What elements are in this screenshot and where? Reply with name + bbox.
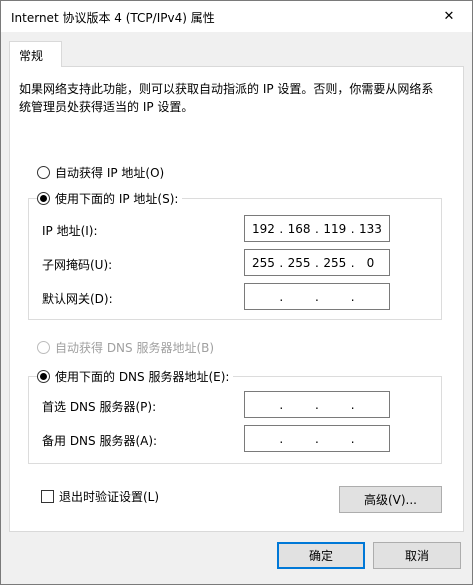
preferred-dns-input[interactable]: . . . [244,391,390,418]
radio-auto-dns-indicator[interactable] [37,341,50,354]
subnet-mask-label: 子网掩码(U): [42,258,113,272]
ip-octet-4: 133 [359,221,382,236]
pdns-dot: . [279,397,284,412]
validate-on-exit-label: 退出时验证设置(L) [59,490,160,504]
mask-dot: . [350,255,355,270]
radio-auto-dns-label: 自动获得 DNS 服务器地址(B) [55,341,215,355]
window-title: Internet 协议版本 4 (TCP/IPv4) 属性 [11,11,215,25]
ip-address-label: IP 地址(I): [42,224,98,238]
ok-button-label: 确定 [308,549,333,563]
description-text: 如果网络支持此功能，则可以获取自动指派的 IP 设置。否则，你需要从网络系统管理… [19,82,434,114]
ip-octet-1: 192 [251,221,275,236]
ip-dot: . [279,221,284,236]
tab-general[interactable]: 常规 [9,41,62,67]
gw-dot: . [315,289,319,304]
ip-octet-2: 168 [287,221,311,236]
mask-octet-3: 255 [323,255,347,270]
ok-button[interactable]: 确定 [277,542,365,569]
radio-auto-ip-indicator[interactable] [37,166,50,179]
mask-dot: . [315,255,319,270]
validate-on-exit-row[interactable]: 退出时验证设置(L) [41,488,159,505]
adns-dot: . [279,431,284,446]
cancel-button-label: 取消 [404,549,429,563]
close-button[interactable]: ✕ [426,1,472,32]
radio-auto-dns[interactable]: 自动获得 DNS 服务器地址(B) [37,339,219,356]
radio-manual-dns[interactable]: 使用下面的 DNS 服务器地址(E): [37,368,234,385]
adns-dot: . [315,431,319,446]
alternate-dns-input[interactable]: . . . [244,425,390,452]
tab-general-label: 常规 [19,49,44,63]
mask-octet-2: 255 [287,255,311,270]
preferred-dns-label: 首选 DNS 服务器(P): [42,400,157,414]
cancel-button[interactable]: 取消 [373,542,461,569]
ip-dot: . [315,221,319,236]
default-gateway-label: 默认网关(D): [42,292,113,306]
advanced-button-label: 高级(V)... [363,493,418,507]
ip-dot: . [350,221,355,236]
radio-manual-ip-indicator[interactable] [37,192,50,205]
alternate-dns-label: 备用 DNS 服务器(A): [42,434,158,448]
subnet-mask-input[interactable]: 255. 255. 255. 0 [244,249,390,276]
dialog-window: Internet 协议版本 4 (TCP/IPv4) 属性 ✕ 常规 如果网络支… [0,0,473,585]
close-icon: ✕ [443,9,455,24]
radio-manual-ip-label: 使用下面的 IP 地址(S): [55,192,179,206]
radio-manual-dns-indicator[interactable] [37,370,50,383]
gw-dot: . [279,289,284,304]
mask-octet-1: 255 [251,255,275,270]
validate-on-exit-checkbox[interactable] [41,490,54,503]
ip-address-input[interactable]: 192. 168. 119. 133 [244,215,390,242]
gw-dot: . [350,289,355,304]
advanced-button[interactable]: 高级(V)... [339,486,442,513]
radio-auto-ip-label: 自动获得 IP 地址(O) [55,166,165,180]
mask-octet-4: 0 [366,255,375,270]
radio-auto-ip[interactable]: 自动获得 IP 地址(O) [37,164,169,181]
adns-dot: . [350,431,355,446]
radio-manual-dns-label: 使用下面的 DNS 服务器地址(E): [55,370,230,384]
radio-manual-ip[interactable]: 使用下面的 IP 地址(S): [37,190,183,207]
ip-octet-3: 119 [323,221,347,236]
pdns-dot: . [350,397,355,412]
pdns-dot: . [315,397,319,412]
mask-dot: . [279,255,284,270]
title-bar[interactable]: Internet 协议版本 4 (TCP/IPv4) 属性 ✕ [1,1,472,32]
default-gateway-input[interactable]: . . . [244,283,390,310]
